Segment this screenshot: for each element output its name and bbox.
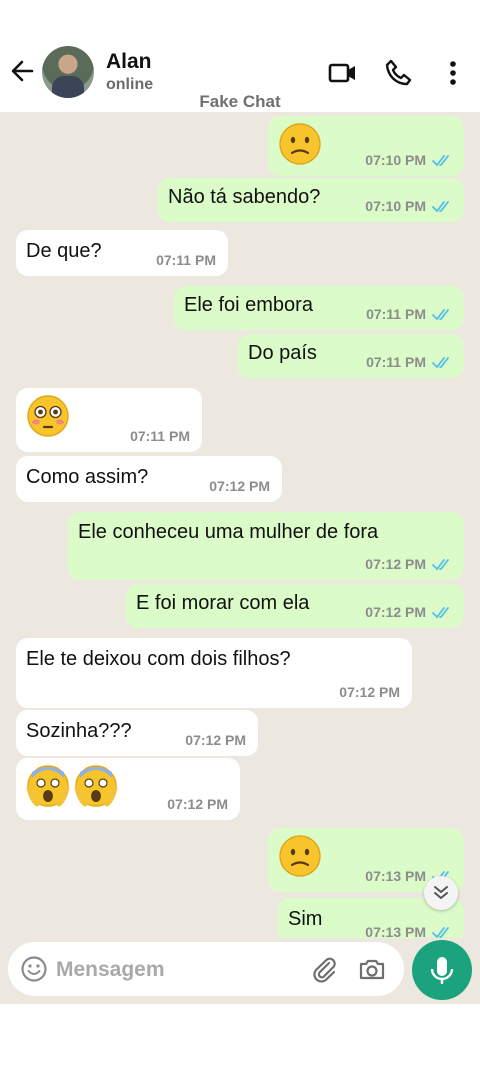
chat-header: Alan online Fake Chat bbox=[0, 0, 480, 112]
message-outgoing[interactable]: Ele foi embora 07:11 PM bbox=[174, 286, 464, 330]
message-incoming[interactable]: De que? 07:11 PM bbox=[16, 230, 228, 276]
message-text: Ele conheceu uma mulher de fora bbox=[78, 521, 379, 543]
message-time: 07:12 PM bbox=[365, 556, 426, 572]
message-time: 07:10 PM bbox=[365, 152, 426, 168]
scroll-to-bottom-button[interactable] bbox=[424, 876, 458, 910]
watermark: Fake Chat bbox=[199, 92, 281, 111]
message-incoming[interactable]: 07:11 PM bbox=[16, 388, 202, 452]
message-list[interactable]: 07:10 PM Não tá sabendo? 07:10 PM De que… bbox=[0, 112, 480, 938]
video-call-icon[interactable] bbox=[328, 58, 358, 88]
message-time: 07:13 PM bbox=[365, 924, 426, 938]
message-text: Do país bbox=[248, 342, 317, 364]
message-time: 07:12 PM bbox=[339, 684, 400, 700]
message-input[interactable]: Mensagem bbox=[8, 942, 404, 996]
message-incoming[interactable]: 07:12 PM bbox=[16, 758, 240, 820]
camera-icon[interactable] bbox=[358, 955, 386, 983]
message-time: 07:11 PM bbox=[366, 306, 426, 322]
message-time: 07:11 PM bbox=[366, 354, 426, 370]
avatar[interactable] bbox=[42, 46, 94, 98]
confused-face-emoji bbox=[279, 123, 321, 165]
bottom-bar bbox=[0, 1004, 480, 1066]
emoji-icon[interactable] bbox=[20, 955, 48, 983]
read-receipt-icon bbox=[432, 357, 449, 369]
message-outgoing[interactable]: 07:10 PM bbox=[268, 116, 464, 176]
message-text: De que? bbox=[26, 240, 102, 262]
message-outgoing[interactable]: Do país 07:11 PM bbox=[238, 334, 464, 378]
message-outgoing[interactable]: Ele conheceu uma mulher de fora 07:12 PM bbox=[68, 512, 464, 580]
message-outgoing[interactable]: Não tá sabendo? 07:10 PM bbox=[158, 178, 464, 222]
flushed-face-emoji bbox=[27, 395, 69, 437]
message-time: 07:10 PM bbox=[365, 198, 426, 214]
message-time: 07:12 PM bbox=[209, 478, 270, 494]
message-time: 07:11 PM bbox=[156, 252, 216, 268]
message-input-placeholder: Mensagem bbox=[56, 958, 165, 981]
back-arrow-icon[interactable] bbox=[8, 56, 36, 86]
phone-icon[interactable] bbox=[384, 58, 414, 88]
mic-button[interactable] bbox=[412, 940, 472, 1000]
message-time: 07:12 PM bbox=[167, 796, 228, 812]
confused-face-emoji bbox=[279, 835, 321, 877]
screaming-face-emoji bbox=[26, 765, 70, 807]
message-incoming[interactable]: Ele te deixou com dois filhos? 07:12 PM bbox=[16, 638, 412, 708]
screaming-face-emoji bbox=[74, 765, 118, 807]
message-time: 07:11 PM bbox=[130, 428, 190, 444]
read-receipt-icon bbox=[432, 201, 449, 213]
read-receipt-icon bbox=[432, 155, 449, 167]
read-receipt-icon bbox=[432, 927, 449, 938]
chevron-double-down-icon bbox=[434, 886, 448, 899]
message-text: Como assim? bbox=[26, 466, 149, 488]
message-incoming[interactable]: Sozinha??? 07:12 PM bbox=[16, 710, 258, 756]
message-text: Não tá sabendo? bbox=[168, 186, 321, 208]
message-text: Ele te deixou com dois filhos? bbox=[26, 648, 291, 670]
more-vertical-icon[interactable] bbox=[438, 58, 468, 88]
read-receipt-icon bbox=[432, 607, 449, 619]
message-incoming[interactable]: Como assim? 07:12 PM bbox=[16, 456, 282, 502]
mic-icon bbox=[430, 957, 454, 984]
message-outgoing[interactable]: E foi morar com ela 07:12 PM bbox=[126, 584, 464, 628]
read-receipt-icon bbox=[432, 309, 449, 321]
attach-icon[interactable] bbox=[310, 955, 338, 983]
message-text: E foi morar com ela bbox=[136, 592, 310, 614]
read-receipt-icon bbox=[432, 559, 449, 571]
message-time: 07:12 PM bbox=[185, 732, 246, 748]
contact-name[interactable]: Alan bbox=[106, 50, 152, 74]
message-time: 07:13 PM bbox=[365, 868, 426, 884]
message-text: Sozinha??? bbox=[26, 720, 132, 742]
message-text: Sim bbox=[288, 908, 323, 930]
message-time: 07:12 PM bbox=[365, 604, 426, 620]
message-text: Ele foi embora bbox=[184, 294, 313, 316]
